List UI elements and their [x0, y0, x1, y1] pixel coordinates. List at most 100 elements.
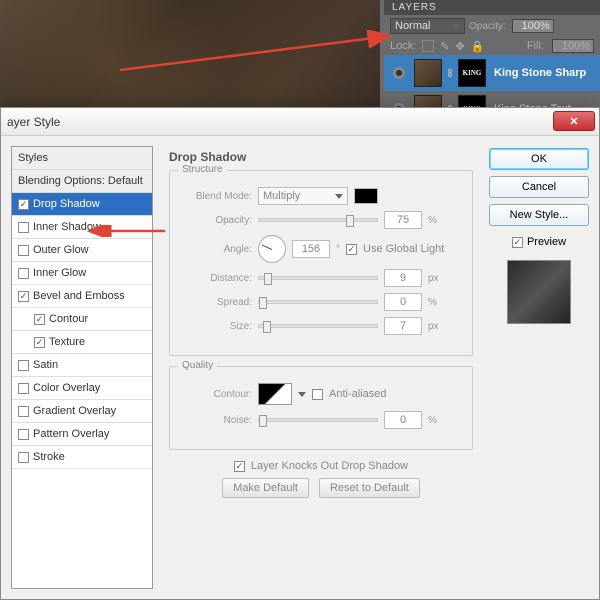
- opacity-slider[interactable]: [258, 218, 378, 222]
- spread-slider[interactable]: [258, 300, 378, 304]
- styles-header[interactable]: Styles: [12, 147, 152, 170]
- dialog-title: ayer Style: [7, 115, 60, 129]
- global-light-checkbox[interactable]: ✓: [346, 244, 357, 255]
- spread-value[interactable]: 0: [384, 293, 422, 311]
- layer-style-dialog: ayer Style ✕ Styles Blending Options: De…: [0, 107, 600, 600]
- lock-transparency-icon[interactable]: [422, 40, 434, 52]
- dialog-actions: OK Cancel New Style... ✓ Preview: [489, 146, 589, 589]
- checkbox-icon[interactable]: [18, 268, 29, 279]
- noise-slider[interactable]: [258, 418, 378, 422]
- shadow-color-swatch[interactable]: [354, 188, 378, 204]
- blend-mode-dropdown[interactable]: Normal: [390, 18, 465, 34]
- fx-color-overlay[interactable]: Color Overlay: [12, 377, 152, 400]
- checkbox-icon[interactable]: [18, 383, 29, 394]
- effects-list: Styles Blending Options: Default ✓Drop S…: [11, 146, 153, 589]
- lock-move-icon[interactable]: ✥: [456, 40, 465, 53]
- distance-slider[interactable]: [258, 276, 378, 280]
- opacity-value[interactable]: 75: [384, 211, 422, 229]
- blending-options[interactable]: Blending Options: Default: [12, 170, 152, 193]
- fx-label: Bevel and Emboss: [33, 290, 125, 302]
- settings-pane: Drop Shadow Structure Blend Mode: Multip…: [161, 146, 481, 589]
- unit-percent: %: [428, 297, 437, 308]
- size-slider[interactable]: [258, 324, 378, 328]
- preview-checkbox[interactable]: ✓: [512, 237, 523, 248]
- fx-contour[interactable]: ✓Contour: [12, 308, 152, 331]
- blend-mode-value: Multiply: [263, 190, 300, 202]
- make-default-button[interactable]: Make Default: [222, 478, 309, 498]
- opacity-label: Opacity:: [469, 21, 506, 32]
- unit-percent: %: [428, 415, 437, 426]
- blend-mode-select[interactable]: Multiply: [258, 187, 348, 205]
- fx-label: Color Overlay: [33, 382, 100, 394]
- layer-name: King Stone Sharp: [494, 67, 586, 79]
- blend-mode-label: Blend Mode:: [182, 191, 252, 202]
- layer-thumbnail[interactable]: [414, 59, 442, 87]
- lock-brush-icon[interactable]: ✎: [440, 40, 449, 53]
- opacity-field[interactable]: 100%: [512, 19, 554, 33]
- fx-bevel-emboss[interactable]: ✓ Bevel and Emboss: [12, 285, 152, 308]
- fx-label: Stroke: [33, 451, 65, 463]
- noise-value[interactable]: 0: [384, 411, 422, 429]
- checkbox-icon[interactable]: ✓: [18, 291, 29, 302]
- preview-thumbnail: [507, 260, 571, 324]
- opacity-label: Opacity:: [182, 215, 252, 226]
- fx-label: Inner Shadow: [33, 221, 101, 233]
- layer-mask-thumbnail[interactable]: KING: [458, 59, 486, 87]
- unit-px: px: [428, 273, 439, 284]
- spread-label: Spread:: [182, 297, 252, 308]
- antialiased-checkbox[interactable]: [312, 389, 323, 400]
- fx-gradient-overlay[interactable]: Gradient Overlay: [12, 400, 152, 423]
- quality-legend: Quality: [178, 360, 217, 371]
- settings-heading: Drop Shadow: [169, 150, 473, 164]
- antialiased-label: Anti-aliased: [329, 388, 386, 400]
- distance-value[interactable]: 9: [384, 269, 422, 287]
- contour-picker[interactable]: [258, 383, 292, 405]
- reset-default-button[interactable]: Reset to Default: [319, 478, 420, 498]
- checkbox-icon[interactable]: [18, 406, 29, 417]
- fx-label: Pattern Overlay: [33, 428, 109, 440]
- angle-value[interactable]: 156: [292, 240, 330, 258]
- close-button[interactable]: ✕: [553, 111, 595, 131]
- checkbox-icon[interactable]: ✓: [34, 337, 45, 348]
- fx-label: Satin: [33, 359, 58, 371]
- fx-label: Gradient Overlay: [33, 405, 116, 417]
- knockout-checkbox[interactable]: ✓: [234, 461, 245, 472]
- fx-inner-shadow[interactable]: Inner Shadow: [12, 216, 152, 239]
- structure-group: Structure Blend Mode: Multiply Opacity: …: [169, 170, 473, 356]
- checkbox-icon[interactable]: [18, 429, 29, 440]
- unit-percent: %: [428, 215, 437, 226]
- size-label: Size:: [182, 321, 252, 332]
- noise-label: Noise:: [182, 415, 252, 426]
- fx-stroke[interactable]: Stroke: [12, 446, 152, 469]
- dialog-titlebar[interactable]: ayer Style ✕: [1, 108, 599, 136]
- visibility-eye-icon[interactable]: [392, 66, 406, 80]
- checkbox-icon[interactable]: [18, 222, 29, 233]
- global-light-label: Use Global Light: [363, 243, 444, 255]
- distance-label: Distance:: [182, 273, 252, 284]
- quality-group: Quality Contour: Anti-aliased Noise: 0 %: [169, 366, 473, 450]
- checkbox-icon[interactable]: ✓: [34, 314, 45, 325]
- checkbox-icon[interactable]: [18, 452, 29, 463]
- lock-all-icon[interactable]: 🔒: [471, 40, 485, 53]
- angle-dial[interactable]: [258, 235, 286, 263]
- fx-outer-glow[interactable]: Outer Glow: [12, 239, 152, 262]
- chevron-down-icon[interactable]: [298, 392, 306, 397]
- fx-inner-glow[interactable]: Inner Glow: [12, 262, 152, 285]
- blend-mode-value: Normal: [395, 20, 430, 32]
- checkbox-icon[interactable]: [18, 360, 29, 371]
- fill-field[interactable]: 100%: [552, 39, 594, 53]
- unit-degree: °: [336, 244, 340, 255]
- cancel-button[interactable]: Cancel: [489, 176, 589, 198]
- fx-texture[interactable]: ✓ Texture: [12, 331, 152, 354]
- checkbox-icon[interactable]: [18, 245, 29, 256]
- checkbox-icon[interactable]: ✓: [18, 199, 29, 210]
- fx-pattern-overlay[interactable]: Pattern Overlay: [12, 423, 152, 446]
- fx-label: Texture: [49, 336, 85, 348]
- size-value[interactable]: 7: [384, 317, 422, 335]
- new-style-button[interactable]: New Style...: [489, 204, 589, 226]
- ok-button[interactable]: OK: [489, 148, 589, 170]
- fx-satin[interactable]: Satin: [12, 354, 152, 377]
- fx-drop-shadow[interactable]: ✓Drop Shadow: [12, 193, 152, 216]
- angle-label: Angle:: [182, 244, 252, 255]
- layer-row[interactable]: KING King Stone Sharp: [384, 55, 600, 91]
